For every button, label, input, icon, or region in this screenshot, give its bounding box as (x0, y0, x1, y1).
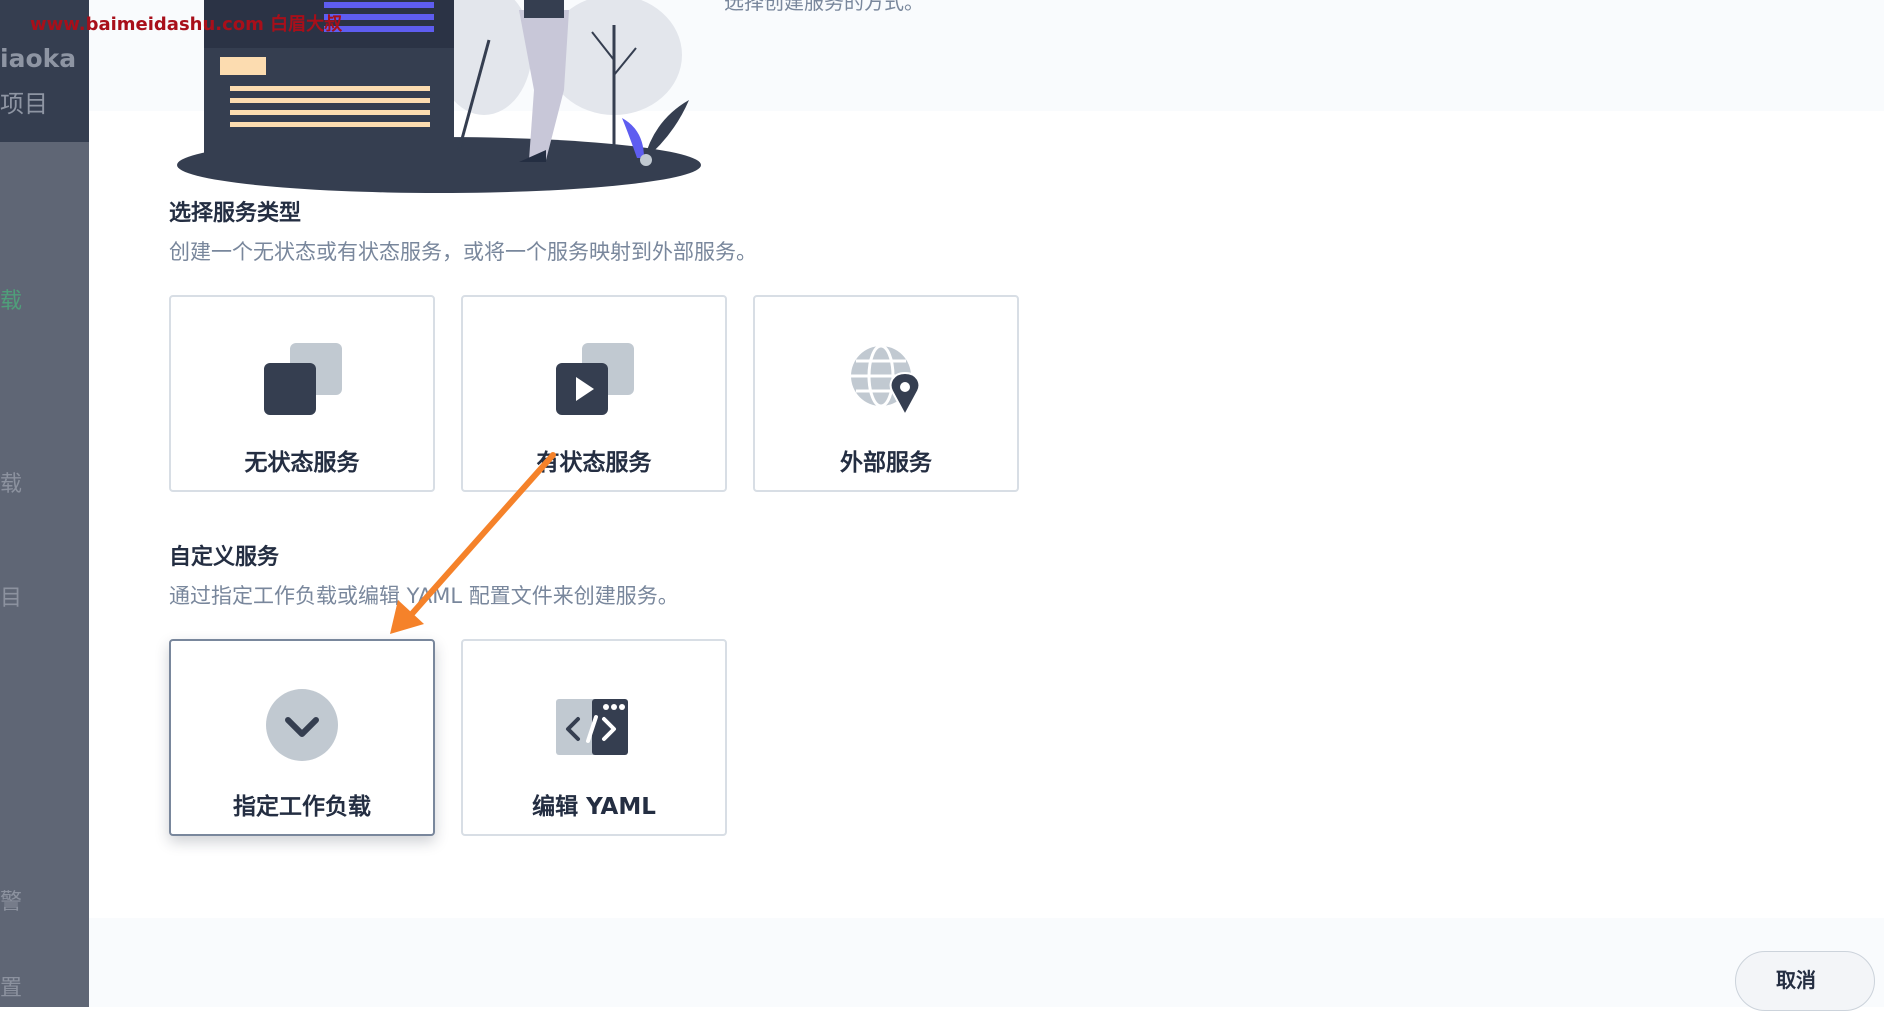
service-type-title: 选择服务类型 (169, 201, 302, 226)
sidebar-item-alerts[interactable]: 警 (0, 884, 22, 916)
service-type-desc: 创建一个无状态或有状态服务，或将一个服务映射到外部服务。 (169, 240, 757, 264)
workspace-title: iaoka (0, 44, 77, 73)
sidebar-item-3[interactable]: 目 (0, 580, 22, 612)
modal-header-text: 选择创建服务的方式。 (724, 0, 924, 14)
cancel-button[interactable]: 取消 (1735, 951, 1875, 1011)
modal-footer (89, 918, 1884, 1007)
watermark: www.baimeidashu.com 白眉大叔 (30, 14, 343, 35)
external-service-icon (851, 344, 921, 418)
edit-yaml-icon (556, 699, 628, 755)
specify-workload-icon (266, 689, 338, 761)
card-label: 指定工作负载 (233, 794, 371, 820)
stateless-service-card[interactable]: 无状态服务 (169, 295, 435, 492)
custom-service-title: 自定义服务 (169, 545, 280, 570)
card-label: 无状态服务 (244, 450, 360, 476)
stateless-service-icon (264, 343, 342, 415)
edit-yaml-card[interactable]: 编辑 YAML (461, 639, 727, 836)
workspace-subtitle: 项目 (0, 90, 48, 118)
sidebar-item-2[interactable]: 载 (0, 466, 22, 498)
custom-service-desc: 通过指定工作负载或编辑 YAML 配置文件来创建服务。 (169, 584, 679, 608)
stateful-service-icon (556, 343, 634, 415)
specify-workload-card[interactable]: 指定工作负载 (169, 639, 435, 836)
external-service-card[interactable]: 外部服务 (753, 295, 1019, 492)
card-label: 有状态服务 (536, 450, 652, 476)
sidebar: iaoka 项目 载 载 目 警 置 (0, 0, 89, 1007)
stateful-service-card[interactable]: 有状态服务 (461, 295, 727, 492)
card-label: 编辑 YAML (532, 794, 656, 820)
sidebar-item-workloads[interactable]: 载 (0, 283, 22, 315)
card-label: 外部服务 (840, 450, 932, 476)
create-service-modal: 选择创建服务的方式。 选择服务类型 创建一个无状态或有状态服务，或将一个服务映射… (89, 0, 1884, 1007)
sidebar-item-settings[interactable]: 置 (0, 970, 22, 1002)
